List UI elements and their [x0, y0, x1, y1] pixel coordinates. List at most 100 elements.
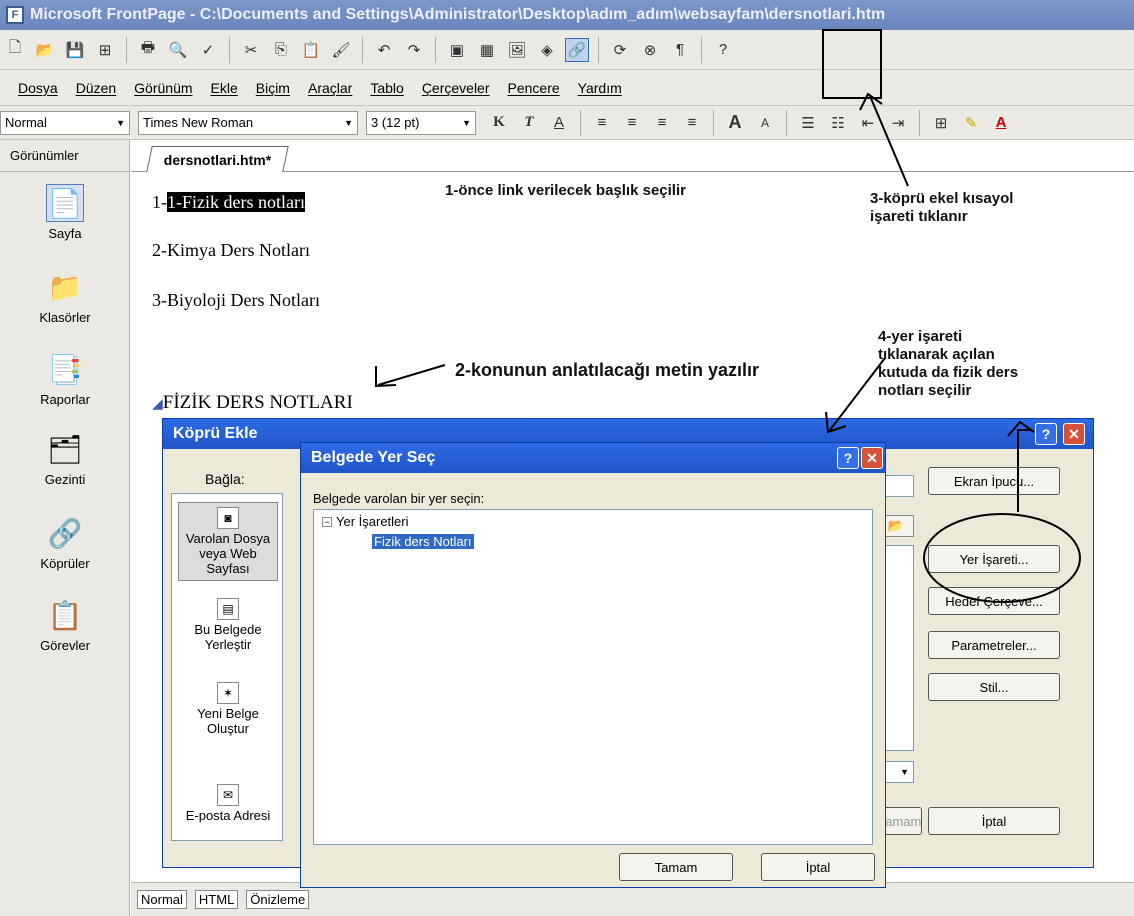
increase-indent-icon[interactable]: ⇥ [886, 111, 910, 135]
view-reports[interactable]: 📑 Raporlar [0, 350, 130, 408]
link-to-label: Bağla: [205, 471, 245, 487]
bullet-list-icon[interactable]: ☷ [826, 111, 850, 135]
copy-icon[interactable]: ⎘ [269, 38, 293, 62]
menu-dosya[interactable]: Dosya [18, 80, 58, 96]
collapse-icon[interactable]: − [322, 516, 332, 527]
bookmark-tree[interactable]: − Yer İşaretleri Fizik ders Notları [313, 509, 873, 845]
view-hyperlinks[interactable]: 🔗 Köprüler [0, 514, 130, 572]
tree-item-fizik[interactable]: Fizik ders Notları [372, 534, 474, 549]
open-icon[interactable]: 📂 [33, 38, 57, 62]
annotation-4: 4-yer işareti tıklanarak açılan kutuda da … [878, 328, 1018, 400]
insert-picture-icon[interactable]: 🖼 [505, 38, 529, 62]
increase-font-icon[interactable]: A [723, 111, 747, 135]
highlight-icon[interactable]: ✎ [959, 111, 983, 135]
doc-heading[interactable]: ◢FİZİK DERS NOTLARI [152, 392, 353, 414]
chevron-down-icon: ▼ [344, 117, 353, 128]
tree-root[interactable]: − Yer İşaretleri [322, 514, 409, 529]
new-page-icon[interactable]: 🗋 [3, 38, 27, 62]
bold-button[interactable]: K [487, 111, 511, 135]
kopru-cancel-button[interactable]: İptal [928, 807, 1060, 835]
publish-icon[interactable]: ⊞ [93, 38, 117, 62]
undo-icon[interactable]: ↶ [372, 38, 396, 62]
italic-button[interactable]: T [517, 111, 541, 135]
spelling-icon[interactable]: ✓ [196, 38, 220, 62]
menu-bicim[interactable]: Biçim [256, 80, 290, 96]
belge-ok-button[interactable]: Tamam [619, 853, 733, 881]
belge-cancel-button[interactable]: İptal [761, 853, 875, 881]
close-icon[interactable]: ✕ [1063, 423, 1085, 445]
menu-cerceveler[interactable]: Çerçeveler [422, 80, 490, 96]
tab-dersnotlari[interactable]: dersnotlari.htm* [146, 146, 290, 172]
link-existing-file[interactable]: ◙ Varolan Dosya veya Web Sayfası [178, 502, 278, 581]
doc-line-2[interactable]: 2-Kimya Ders Notları [152, 240, 310, 261]
link-email[interactable]: ✉ E-posta Adresi [178, 784, 278, 823]
cut-icon[interactable]: ✂ [239, 38, 263, 62]
numbered-list-icon[interactable]: ☰ [796, 111, 820, 135]
underline-button[interactable]: A [547, 111, 571, 135]
document-tab-strip: dersnotlari.htm* [131, 140, 1134, 172]
format-painter-icon[interactable]: 🖌 [329, 38, 353, 62]
close-icon[interactable]: ✕ [861, 447, 883, 469]
print-icon[interactable]: 🖶 [136, 38, 160, 62]
tab-label: dersnotlari.htm* [163, 151, 272, 168]
insert-table-icon[interactable]: ▦ [475, 38, 499, 62]
tab-html[interactable]: HTML [194, 890, 239, 909]
annotation-1: 1-önce link verilecek başlık seçilir [445, 182, 686, 199]
decrease-indent-icon[interactable]: ⇤ [856, 111, 880, 135]
justify-icon[interactable]: ≡ [680, 111, 704, 135]
belgede-yer-sec-dialog: Belgede Yer Seç ? ✕ Belgede varolan bir … [300, 442, 886, 888]
parameters-button[interactable]: Parametreler... [928, 631, 1060, 659]
view-page[interactable]: 📄 Sayfa [0, 184, 130, 241]
align-right-icon[interactable]: ≡ [650, 111, 674, 135]
tab-normal[interactable]: Normal [137, 890, 187, 909]
redo-icon[interactable]: ↷ [402, 38, 426, 62]
refresh-icon[interactable]: ⟳ [608, 38, 632, 62]
view-navigation[interactable]: 🗂 Gezinti [0, 430, 130, 488]
view-label: Görevler [40, 638, 90, 653]
font-value: Times New Roman [143, 115, 254, 130]
help-icon[interactable]: ? [1035, 423, 1057, 445]
doc-line-3[interactable]: 3-Biyoloji Ders Notları [152, 290, 320, 311]
link-this-document[interactable]: ▤ Bu Belgede Yerleştir [178, 598, 278, 652]
help-icon[interactable]: ? [711, 38, 735, 62]
align-left-icon[interactable]: ≡ [590, 111, 614, 135]
menu-araclar[interactable]: Araçlar [308, 80, 352, 96]
help-icon[interactable]: ? [837, 447, 859, 469]
menu-pencere[interactable]: Pencere [508, 80, 560, 96]
view-folders[interactable]: 📁 Klasörler [0, 268, 130, 326]
stop-icon[interactable]: ⊗ [638, 38, 662, 62]
font-select[interactable]: Times New Roman ▼ [138, 110, 358, 135]
doc-line-1[interactable]: 1-1-Fizik ders notları [152, 192, 305, 213]
menu-gorunum[interactable]: Görünüm [134, 80, 192, 96]
decrease-font-icon[interactable]: A [753, 111, 777, 135]
drawing-icon[interactable]: ◈ [535, 38, 559, 62]
align-center-icon[interactable]: ≡ [620, 111, 644, 135]
separator [786, 109, 787, 136]
tab-preview[interactable]: Önizleme [246, 890, 310, 909]
tasks-icon: 📋 [47, 599, 83, 631]
style-select[interactable]: Normal ▼ [0, 110, 130, 135]
save-icon[interactable]: 💾 [63, 38, 87, 62]
web-component-icon[interactable]: ▣ [445, 38, 469, 62]
style-button[interactable]: Stil... [928, 673, 1060, 701]
annotation-line: 4-yer işareti [878, 328, 963, 345]
target-frame-button[interactable]: Hedef Çerçeve... [928, 587, 1060, 615]
paste-icon[interactable]: 📋 [299, 38, 323, 62]
menu-ekle[interactable]: Ekle [211, 80, 238, 96]
menu-duzen[interactable]: Düzen [76, 80, 116, 96]
tooltip-button[interactable]: Ekran İpucu... [928, 467, 1060, 495]
show-all-icon[interactable]: ¶ [668, 38, 692, 62]
bookmark-button[interactable]: Yer İşareti... [928, 545, 1060, 573]
separator [229, 36, 230, 63]
view-tasks[interactable]: 📋 Görevler [0, 596, 130, 654]
preview-icon[interactable]: 🔍 [166, 38, 190, 62]
frontpage-app-icon: F [6, 6, 24, 24]
insert-hyperlink-icon[interactable]: 🔗 [565, 37, 589, 62]
size-select[interactable]: 3 (12 pt) ▼ [366, 110, 476, 135]
link-new-document[interactable]: ✶ Yeni Belge Oluştur [178, 682, 278, 736]
new-document-icon: ✶ [217, 682, 239, 704]
font-color-icon[interactable]: A [989, 111, 1013, 135]
menu-yardim[interactable]: Yardım [578, 80, 622, 96]
menu-tablo[interactable]: Tablo [370, 80, 403, 96]
borders-icon[interactable]: ⊞ [929, 111, 953, 135]
